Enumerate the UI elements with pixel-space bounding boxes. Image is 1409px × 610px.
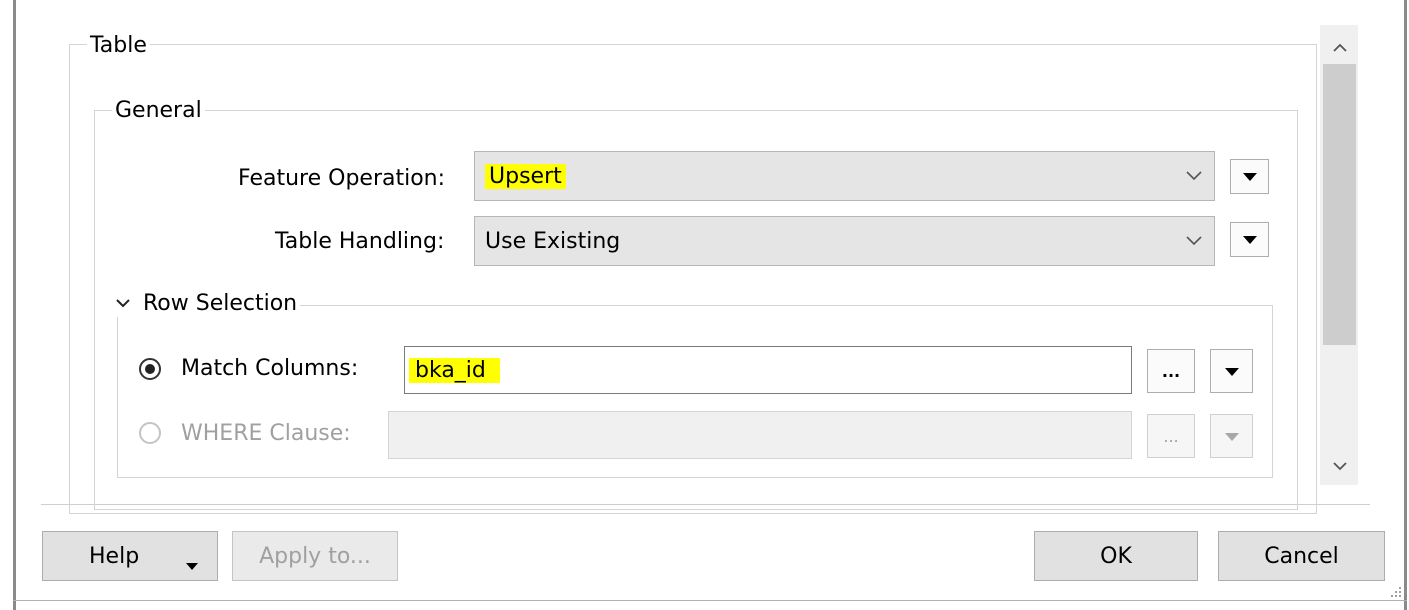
where-clause-radio[interactable] [139, 422, 161, 444]
chevron-down-icon [1333, 456, 1347, 475]
triangle-down-icon [185, 552, 199, 577]
match-columns-input[interactable]: bka_id [404, 346, 1132, 394]
triangle-down-icon [1242, 167, 1258, 186]
row-selection-header[interactable]: Row Selection [112, 291, 301, 317]
match-columns-menu-button[interactable] [1210, 349, 1253, 393]
collapse-chevron-icon [115, 299, 131, 309]
table-handling-value: Use Existing [485, 228, 621, 254]
feature-operation-combo[interactable]: Upsert [474, 151, 1215, 201]
apply-to-button[interactable]: Apply to... [232, 531, 398, 581]
table-handling-menu-button[interactable] [1230, 222, 1269, 257]
chevron-down-icon [1186, 152, 1202, 200]
where-clause-menu-button[interactable] [1210, 414, 1253, 458]
where-clause-label: WHERE Clause: [181, 421, 351, 446]
window-left-border [13, 0, 16, 610]
table-group-title: Table [87, 33, 150, 59]
match-columns-radio[interactable] [139, 358, 161, 380]
general-group-title: General [112, 98, 205, 124]
match-columns-browse-button[interactable]: ... [1147, 349, 1195, 393]
triangle-down-icon [1224, 427, 1240, 446]
radio-selected-dot [145, 364, 155, 374]
match-columns-value: bka_id [409, 357, 500, 383]
row-selection-title: Row Selection [143, 291, 298, 316]
triangle-down-icon [1224, 362, 1240, 381]
feature-operation-label: Feature Operation: [238, 166, 446, 191]
window-right-border [1404, 0, 1407, 610]
help-button[interactable]: Help [42, 531, 218, 581]
feature-operation-menu-button[interactable] [1230, 159, 1269, 194]
match-columns-label: Match Columns: [181, 356, 359, 381]
ok-button[interactable]: OK [1034, 531, 1198, 581]
scroll-down-button[interactable] [1330, 455, 1350, 475]
resize-grip-icon[interactable] [1389, 584, 1403, 598]
chevron-up-icon [1333, 37, 1347, 56]
window-bottom-border [13, 600, 1407, 601]
help-button-label: Help [89, 543, 140, 569]
scroll-up-button[interactable] [1330, 36, 1350, 56]
table-handling-label: Table Handling: [275, 229, 445, 254]
chevron-down-icon [1186, 217, 1202, 265]
where-clause-browse-button[interactable]: ... [1147, 414, 1195, 458]
table-handling-combo[interactable]: Use Existing [474, 216, 1215, 266]
feature-operation-value: Upsert [485, 163, 566, 189]
cancel-button[interactable]: Cancel [1218, 531, 1385, 581]
scrollbar-thumb[interactable] [1323, 64, 1356, 345]
triangle-down-icon [1242, 230, 1258, 249]
where-clause-input[interactable] [388, 411, 1132, 459]
